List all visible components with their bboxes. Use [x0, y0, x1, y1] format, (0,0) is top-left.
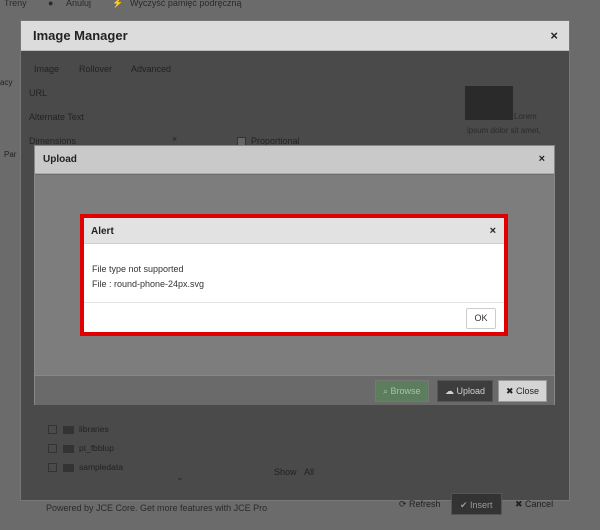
- upload-button[interactable]: ☁ Upload: [437, 380, 494, 402]
- expand-icon[interactable]: [48, 425, 57, 435]
- cloud-upload-icon: ☁: [445, 386, 457, 396]
- topbar-item: Wyczyść pamięć podręczną: [130, 0, 242, 8]
- preview-text: Lorem: [514, 112, 537, 121]
- show-select[interactable]: All: [304, 467, 314, 477]
- alert-header: Alert ×: [84, 218, 504, 244]
- expand-icon[interactable]: [48, 463, 57, 473]
- alert-footer: OK: [84, 302, 504, 332]
- alt-text-label: Alternate Text: [29, 112, 84, 122]
- url-label: URL: [29, 88, 48, 98]
- show-label: Show: [274, 467, 297, 477]
- preview-text: ipsum dolor sit amet,: [467, 126, 541, 135]
- check-icon: ✔: [460, 500, 471, 510]
- expand-icon[interactable]: [48, 444, 57, 454]
- refresh-icon: ⟳: [399, 499, 410, 509]
- topbar-item: Treny: [4, 0, 27, 8]
- upload-header: Upload ×: [35, 146, 554, 174]
- refresh-button[interactable]: ⟳ Refresh: [391, 493, 449, 515]
- tab-image[interactable]: Image: [34, 64, 59, 74]
- close-icon[interactable]: ×: [490, 225, 496, 238]
- alert-body: File type not supported File : round-pho…: [84, 245, 504, 301]
- close-icon[interactable]: ×: [550, 29, 558, 42]
- close-icon[interactable]: ×: [539, 153, 545, 166]
- close-button[interactable]: ✖ Close: [498, 380, 548, 402]
- close-icon: ✖: [515, 499, 526, 509]
- bolt-icon: ⚡: [112, 0, 124, 8]
- alert-file-name: File : round-phone-24px.svg: [92, 279, 205, 289]
- search-icon: ⌕: [383, 386, 391, 396]
- alert-dialog: Alert × File type not supported File : r…: [80, 214, 508, 336]
- browse-button[interactable]: ⌕ Browse: [375, 380, 429, 402]
- scroll-down-icon[interactable]: ⌄: [176, 472, 184, 483]
- background-footer: Powered by JCE Core. Get more features w…: [46, 503, 268, 513]
- tree-item[interactable]: sampledata: [48, 462, 123, 473]
- tab-rollover[interactable]: Rollover: [79, 64, 112, 74]
- alert-message: File type not supported: [92, 264, 184, 274]
- image-manager-header: Image Manager ×: [21, 21, 569, 51]
- close-icon: ✖: [506, 386, 517, 396]
- upload-footer: ⌕ Browse ☁ Upload ✖ Close: [35, 375, 554, 405]
- background-fragment: acy: [0, 78, 13, 87]
- tree-item[interactable]: pt_fbblup: [48, 443, 114, 454]
- background-topbar: Treny ● Anuluj ⚡ Wyczyść pamięć podręczn…: [0, 0, 600, 12]
- plus-icon: ●: [48, 0, 54, 8]
- topbar-item: Anuluj: [66, 0, 92, 8]
- cancel-button[interactable]: ✖ Cancel: [507, 493, 561, 515]
- folder-icon: [63, 463, 74, 472]
- folder-icon: [63, 444, 74, 453]
- image-preview-thumbnail: [465, 86, 513, 120]
- image-manager-title: Image Manager: [33, 28, 128, 43]
- background-fragment: Par: [4, 150, 17, 159]
- tree-item[interactable]: libraries: [48, 424, 109, 435]
- insert-button[interactable]: ✔ Insert: [451, 493, 502, 515]
- ok-button[interactable]: OK: [466, 308, 496, 329]
- tab-advanced[interactable]: Advanced: [131, 64, 171, 74]
- alert-title: Alert: [91, 226, 114, 237]
- folder-icon: [63, 425, 74, 434]
- dimensions-separator: ×: [172, 134, 178, 144]
- upload-title: Upload: [43, 154, 77, 165]
